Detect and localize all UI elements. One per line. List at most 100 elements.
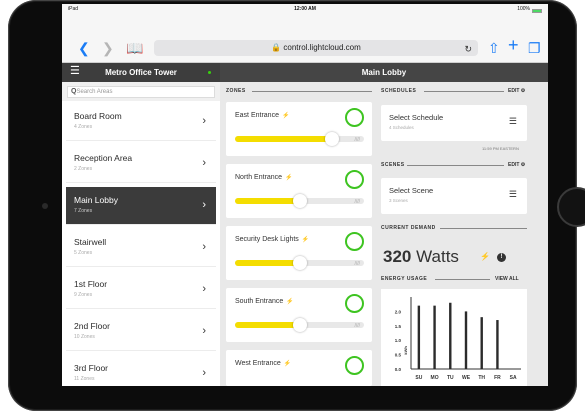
zone-card-security-desk-lights: Security Desk Lights ⚡ ////: [226, 226, 372, 280]
zone-card-south-entrance: South Entrance ⚡ ////: [226, 288, 372, 342]
area-zone-count: 5 Zones: [74, 250, 93, 256]
dimmer-knob[interactable]: [324, 132, 339, 146]
area-item-main-lobby[interactable]: Main Lobby 7 Zones ›: [66, 187, 216, 225]
demand-value: 320: [383, 247, 412, 266]
divider: [424, 91, 504, 92]
area-zone-count: 2 Zones: [74, 166, 93, 172]
new-tab-icon[interactable]: +: [508, 36, 519, 54]
chevron-right-icon: ›: [202, 241, 206, 253]
dimmer-knob[interactable]: [292, 318, 307, 332]
area-name: Reception Area: [74, 153, 133, 163]
y-tick-label: 1.0: [395, 338, 402, 343]
area-item-stairwell[interactable]: Stairwell 5 Zones ›: [66, 229, 216, 267]
forward-icon[interactable]: ❯: [102, 41, 114, 55]
tabs-icon[interactable]: ❐: [528, 41, 541, 55]
schedules-edit-button[interactable]: EDIT ⚙: [508, 88, 525, 94]
area-item-reception-area[interactable]: Reception Area 2 Zones ›: [66, 145, 216, 183]
dimmer-slider[interactable]: [235, 256, 364, 270]
camera: [42, 203, 48, 209]
chevron-right-icon: ›: [202, 367, 206, 379]
view-all-link[interactable]: VIEW ALL: [495, 276, 519, 282]
x-tick-label: SU: [415, 375, 422, 381]
gear-icon: ⚙: [520, 88, 526, 94]
battery-indicator: 100%: [517, 6, 542, 13]
area-zone-count: 11 Zones: [74, 376, 95, 382]
zone-name: Security Desk Lights ⚡: [235, 236, 309, 243]
bar-su: [417, 305, 421, 369]
chevron-right-icon: ›: [202, 325, 206, 337]
gear-icon: ⚙: [520, 162, 526, 168]
info-icon[interactable]: !: [497, 253, 506, 262]
zone-name: West Entrance ⚡: [235, 360, 291, 367]
dimmer-slider[interactable]: [235, 194, 364, 208]
demand-section-label: CURRENT DEMAND: [381, 225, 436, 231]
status-bar: iPad 12:00 AM 100%: [62, 4, 548, 14]
x-tick-label: TH: [478, 375, 485, 381]
battery-percent: 100%: [517, 6, 530, 12]
energy-chart-svg: 0.0 0.5 1.0 1.5 2.0 kWh SU MO TU WE TH FR SA: [395, 297, 521, 381]
chevron-right-icon: ›: [202, 283, 206, 295]
search-input[interactable]: QSearch Areas: [67, 86, 215, 98]
browser-toolbar: ❮ ❯ 📖 🔒 control.lightcloud.com ↻ ⇧ + ❐: [62, 14, 548, 63]
zone-label: North Entrance: [235, 174, 283, 181]
edit-label: EDIT: [508, 162, 520, 168]
battery-icon: [532, 8, 542, 13]
list-icon: ☰: [508, 116, 517, 126]
y-axis-label: kWh: [403, 346, 408, 355]
grip-lines-icon: ////: [354, 261, 360, 267]
zone-card-north-entrance: North Entrance ⚡ ////: [226, 164, 372, 218]
url-text: control.lightcloud.com: [283, 43, 361, 52]
area-item-1st-floor[interactable]: 1st Floor 9 Zones ›: [66, 271, 216, 309]
ipad-frame: iPad 12:00 AM 100% ❮ ❯ 📖 🔒 control.light…: [8, 0, 585, 411]
list-icon: ☰: [508, 189, 517, 199]
zone-power-toggle[interactable]: [345, 232, 364, 251]
chevron-right-icon: ›: [202, 157, 206, 169]
zone-power-toggle[interactable]: [345, 356, 364, 375]
x-tick-label: WE: [462, 375, 471, 381]
divider: [440, 228, 527, 229]
area-item-board-room[interactable]: Board Room 4 Zones ›: [66, 103, 216, 141]
scene-count: 3 Scenes: [389, 198, 408, 203]
sidebar: ☰ Metro Office Tower QSearch Areas Board…: [62, 63, 220, 386]
back-icon[interactable]: ❮: [78, 41, 90, 55]
zone-label: West Entrance: [235, 360, 281, 367]
bar-we: [464, 311, 468, 369]
area-item-2nd-floor[interactable]: 2nd Floor 10 Zones ›: [66, 313, 216, 351]
timezone-label: 11:59 PM EASTERN: [482, 146, 519, 151]
area-list: Board Room 4 Zones › Reception Area 2 Zo…: [62, 101, 220, 386]
page-title: Main Lobby: [220, 63, 548, 82]
area-zone-count: 9 Zones: [74, 292, 93, 298]
y-tick-label: 0.5: [395, 353, 402, 358]
scene-selector[interactable]: Select Scene 3 Scenes ☰: [381, 178, 527, 214]
dimmer-knob[interactable]: [292, 194, 307, 208]
schedule-selector[interactable]: Select Schedule 4 Schedules ☰: [381, 105, 527, 141]
bolt-icon: ⚡: [281, 113, 290, 119]
x-tick-label: MO: [431, 375, 439, 381]
schedule-title: Select Schedule: [389, 113, 444, 122]
zone-power-toggle[interactable]: [345, 294, 364, 313]
dimmer-knob[interactable]: [292, 256, 307, 270]
share-icon[interactable]: ⇧: [488, 41, 500, 55]
zones-section-label: ZONES: [226, 88, 246, 94]
zone-label: South Entrance: [235, 298, 284, 305]
grip-lines-icon: ////: [354, 137, 360, 143]
dimmer-slider[interactable]: [235, 132, 364, 146]
zone-name: North Entrance ⚡: [235, 174, 293, 181]
dimmer-fill: [235, 322, 300, 328]
area-item-3rd-floor[interactable]: 3rd Floor 11 Zones ›: [66, 355, 216, 386]
demand-unit: Watts: [416, 247, 459, 266]
scenes-section-label: SCENES: [381, 162, 405, 168]
bookmarks-icon[interactable]: 📖: [126, 41, 143, 55]
dimmer-slider[interactable]: [235, 318, 364, 332]
address-bar[interactable]: 🔒 control.lightcloud.com ↻: [154, 40, 478, 56]
bolt-icon: ⚡: [480, 252, 490, 261]
zone-power-toggle[interactable]: [345, 170, 364, 189]
screen: iPad 12:00 AM 100% ❮ ❯ 📖 🔒 control.light…: [62, 4, 548, 386]
area-zone-count: 10 Zones: [74, 334, 95, 340]
energy-usage-chart: 0.0 0.5 1.0 1.5 2.0 kWh SU MO TU WE TH FR SA: [381, 289, 527, 386]
scenes-edit-button[interactable]: EDIT ⚙: [508, 162, 525, 168]
zone-power-toggle[interactable]: [345, 108, 364, 127]
building-name[interactable]: Metro Office Tower: [62, 68, 220, 77]
reload-icon[interactable]: ↻: [464, 41, 472, 57]
y-tick-label: 1.5: [395, 324, 402, 329]
